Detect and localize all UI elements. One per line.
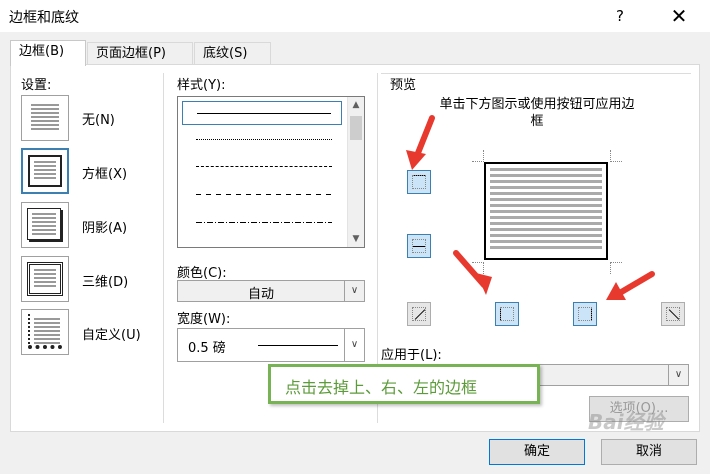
help-button[interactable]: ? [605, 3, 635, 29]
chevron-down-icon[interactable]: ∨ [344, 281, 364, 301]
setting-shadow-label[interactable]: 阴影(A) [82, 217, 127, 236]
tab-borders[interactable]: 边框(B) [10, 40, 86, 66]
scroll-down-icon[interactable]: ▼ [348, 231, 364, 247]
separator-left [163, 73, 164, 423]
preview-hint: 单击下方图示或使用按钮可应用边框 [439, 97, 635, 129]
title-bar: 边框和底纹 ? ✕ [0, 0, 710, 32]
chevron-down-icon[interactable]: ∨ [668, 365, 688, 385]
setting-none-icon[interactable] [21, 95, 69, 141]
apply-to-label: 应用于(L): [381, 348, 442, 363]
ok-button[interactable]: 确定 [489, 439, 585, 465]
style-item-solid[interactable] [182, 101, 342, 125]
setting-shadow-icon[interactable] [21, 202, 69, 248]
setting-box-icon[interactable] [21, 148, 69, 194]
close-button[interactable]: ✕ [661, 3, 697, 29]
style-item-dashed-short[interactable] [182, 155, 342, 179]
setting-3d-icon[interactable] [21, 256, 69, 302]
color-select[interactable]: 自动 ∨ [177, 280, 365, 302]
tab-page-borders[interactable]: 页面边框(P) [87, 42, 193, 65]
setting-box-label[interactable]: 方框(X) [82, 163, 127, 182]
style-label: 样式(Y): [177, 78, 226, 93]
style-item-dotted[interactable] [182, 128, 342, 152]
annotation-text: 点击去掉上、右、左的边框 [285, 378, 478, 397]
annotation-callout: 点击去掉上、右、左的边框 [268, 364, 540, 404]
watermark: Bai经验 [588, 410, 664, 434]
color-value: 自动 [247, 287, 274, 302]
style-item-dashed[interactable] [182, 183, 342, 207]
scroll-thumb[interactable] [350, 116, 362, 140]
red-arrow-icon [606, 271, 655, 300]
diagonal-down-border-button[interactable] [407, 302, 431, 326]
width-sample-line [258, 345, 338, 346]
setting-3d-label[interactable]: 三维(D) [82, 271, 128, 290]
inside-horizontal-border-button[interactable] [407, 234, 431, 258]
style-listbox[interactable]: ▲ ▼ [177, 96, 365, 248]
style-scrollbar[interactable]: ▲ ▼ [347, 97, 364, 247]
setting-custom-label[interactable]: 自定义(U) [82, 324, 141, 343]
width-value: 0.5 磅 [188, 341, 226, 356]
width-label: 宽度(W): [177, 312, 231, 327]
preview-label: 预览 [390, 74, 421, 93]
settings-label: 设置: [21, 78, 52, 93]
width-select[interactable]: 0.5 磅 ∨ [177, 328, 365, 362]
setting-custom-icon[interactable] [21, 309, 69, 355]
style-item-dash-dot[interactable] [182, 211, 342, 235]
corner-mark [610, 150, 622, 162]
dialog-title: 边框和底纹 [9, 10, 79, 26]
left-border-button[interactable] [495, 302, 519, 326]
corner-mark [472, 150, 484, 162]
tab-shading[interactable]: 底纹(S) [194, 42, 271, 65]
chevron-down-icon[interactable]: ∨ [344, 329, 364, 361]
scroll-up-icon[interactable]: ▲ [348, 97, 364, 113]
red-arrow-icon [406, 115, 435, 170]
color-label: 颜色(C): [177, 266, 227, 281]
red-arrow-icon [453, 250, 492, 295]
setting-none-label[interactable]: 无(N) [82, 109, 115, 128]
right-border-button[interactable] [573, 302, 597, 326]
diagonal-up-border-button[interactable] [661, 302, 685, 326]
preview-diagram[interactable] [484, 162, 608, 260]
